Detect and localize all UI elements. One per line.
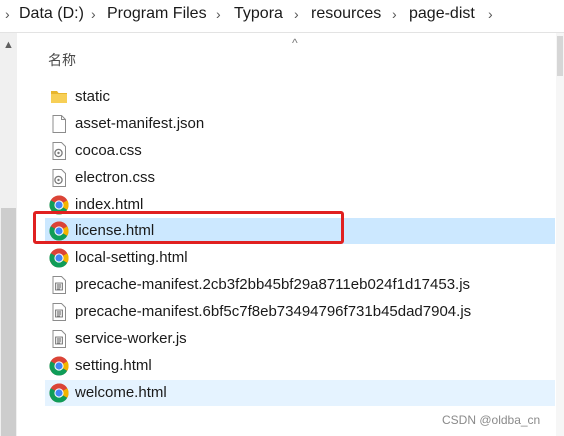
- file-name: setting.html: [75, 357, 152, 374]
- file-name: local-setting.html: [75, 249, 188, 266]
- file-name: electron.css: [75, 169, 156, 186]
- scroll-up-arrow-icon[interactable]: ▲: [3, 39, 14, 51]
- breadcrumb-item-drive[interactable]: Data (D:): [19, 5, 84, 23]
- chevron-right-icon[interactable]: ›: [91, 6, 96, 22]
- chevron-right-icon[interactable]: ›: [294, 6, 299, 22]
- file-icon: [49, 114, 69, 134]
- list-item-local-setting-html[interactable]: local-setting.html: [45, 245, 555, 271]
- list-item-setting-html[interactable]: setting.html: [45, 353, 555, 379]
- chrome-icon: [49, 383, 69, 403]
- chrome-icon: [49, 356, 69, 376]
- sort-ascending-icon: ^: [292, 36, 298, 50]
- breadcrumb-item-program-files[interactable]: Program Files: [107, 5, 207, 23]
- list-item-service-worker[interactable]: service-worker.js: [45, 326, 555, 352]
- breadcrumb-item-page-dist[interactable]: page-dist: [409, 5, 475, 23]
- scrollbar-thumb[interactable]: [1, 208, 16, 436]
- folder-icon: [49, 87, 69, 107]
- chevron-right-icon[interactable]: ›: [216, 6, 221, 22]
- file-name: precache-manifest.6bf5c7f8eb73494796f731…: [75, 303, 472, 320]
- chevron-right-icon[interactable]: ›: [488, 6, 493, 22]
- js-file-icon: [49, 329, 69, 349]
- chrome-icon: [49, 248, 69, 268]
- js-file-icon: [49, 275, 69, 295]
- chevron-right-icon[interactable]: ›: [5, 6, 10, 22]
- scrollbar-thumb[interactable]: [557, 36, 563, 76]
- annotation-highlight-box: [33, 211, 344, 244]
- list-item-electron-css[interactable]: electron.css: [45, 165, 555, 191]
- js-file-icon: [49, 302, 69, 322]
- css-file-icon: [49, 141, 69, 161]
- list-item-cocoa-css[interactable]: cocoa.css: [45, 138, 555, 164]
- breadcrumb-item-typora[interactable]: Typora: [234, 5, 283, 23]
- nav-pane-scrollbar[interactable]: ▲: [0, 33, 17, 436]
- file-name: static: [75, 88, 111, 105]
- css-file-icon: [49, 168, 69, 188]
- list-item-precache-manifest-1[interactable]: precache-manifest.2cb3f2bb45bf29a8711eb0…: [45, 272, 555, 298]
- file-list-scrollbar[interactable]: [556, 33, 564, 436]
- breadcrumb-item-resources[interactable]: resources: [311, 5, 381, 23]
- address-bar[interactable]: › Data (D:) › Program Files › Typora › r…: [0, 0, 564, 33]
- file-name: welcome.html: [75, 384, 167, 401]
- list-item-static[interactable]: static: [45, 84, 555, 110]
- list-item-asset-manifest[interactable]: asset-manifest.json: [45, 111, 555, 137]
- file-name: service-worker.js: [75, 330, 187, 347]
- file-name: precache-manifest.2cb3f2bb45bf29a8711eb0…: [75, 276, 471, 293]
- list-item-precache-manifest-2[interactable]: precache-manifest.6bf5c7f8eb73494796f731…: [45, 299, 555, 325]
- column-header-name[interactable]: 名称: [48, 50, 76, 70]
- chevron-right-icon[interactable]: ›: [392, 6, 397, 22]
- file-name: asset-manifest.json: [75, 115, 205, 132]
- file-name: cocoa.css: [75, 142, 142, 159]
- list-item-welcome-html[interactable]: welcome.html: [45, 380, 555, 406]
- watermark: CSDN @oldba_cn: [442, 413, 541, 427]
